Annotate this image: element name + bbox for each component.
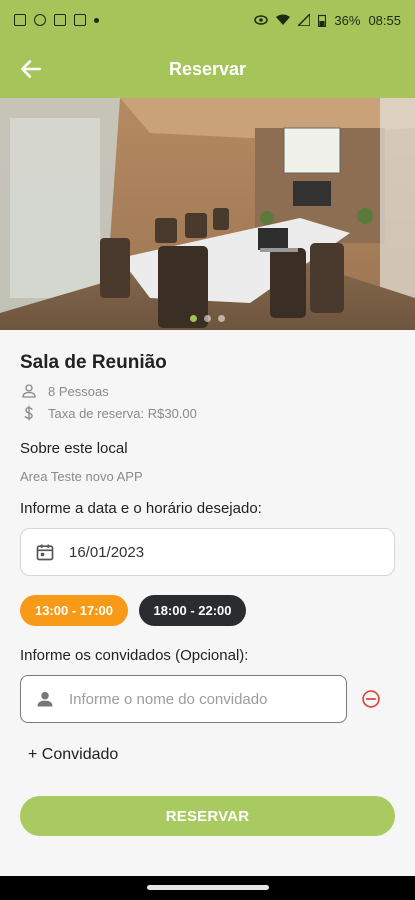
clock: 08:55 (368, 12, 401, 28)
guest-name-input[interactable]: Informe o nome do convidado (20, 675, 347, 723)
status-bar: 36% 08:55 (0, 0, 415, 40)
capacity-text: 8 Pessoas (48, 383, 109, 399)
dollar-icon (24, 405, 33, 421)
page-title: Reservar (168, 58, 247, 79)
calendar-icon (36, 544, 54, 561)
room-name: Sala de Reunião (20, 352, 167, 373)
capacity-row: 8 Pessoas (20, 382, 109, 400)
reserve-button[interactable]: RESERVAR (20, 796, 395, 836)
battery-percent: 36% (334, 12, 361, 28)
schedule-prompt: Informe a data e o horário desejado: (20, 500, 262, 517)
person-icon (22, 384, 36, 398)
guest-name-placeholder: Informe o nome do convidado (69, 690, 268, 708)
arrow-left-icon[interactable] (18, 56, 44, 82)
reservation-form: Sala de Reunião 8 Pessoas Taxa de reserv… (0, 330, 415, 876)
room-image-carousel[interactable] (0, 98, 415, 330)
fee-row: Taxa de reserva: R$30.00 (20, 404, 197, 422)
time-slot-chip[interactable]: 18:00 - 22:00 (139, 595, 246, 626)
system-nav-bar (0, 876, 415, 900)
eye-icon (254, 15, 269, 25)
battery-icon (318, 14, 327, 27)
status-right-icons: 36% 08:55 (254, 13, 401, 28)
carousel-dot[interactable] (190, 315, 197, 322)
selected-date: 16/01/2023 (69, 543, 145, 561)
about-title: Sobre este local (20, 440, 128, 457)
app-bar: Reservar (0, 40, 415, 98)
fee-text: Taxa de reserva: R$30.00 (48, 405, 197, 421)
sim-icon (14, 14, 26, 26)
status-left-icons (14, 14, 99, 26)
person-icon (37, 691, 53, 707)
carousel-dot[interactable] (218, 315, 225, 322)
whatsapp-icon (34, 14, 46, 26)
remove-guest-icon[interactable] (361, 689, 381, 709)
u-icon (74, 14, 86, 26)
u-icon (54, 14, 66, 26)
dot-icon (94, 17, 99, 23)
home-gesture-handle[interactable] (147, 885, 269, 890)
wifi-icon (276, 14, 291, 25)
add-guest-button[interactable]: + Convidado (28, 746, 118, 764)
carousel-indicators (0, 315, 415, 322)
room-photo (0, 98, 415, 330)
carousel-dot[interactable] (204, 315, 211, 322)
date-picker-field[interactable]: 16/01/2023 (20, 528, 395, 576)
about-text: Area Teste novo APP (20, 469, 143, 484)
time-slot-chip-selected[interactable]: 13:00 - 17:00 (20, 595, 128, 626)
signal-icon (298, 14, 311, 26)
guests-prompt: Informe os convidados (Opcional): (20, 647, 249, 664)
